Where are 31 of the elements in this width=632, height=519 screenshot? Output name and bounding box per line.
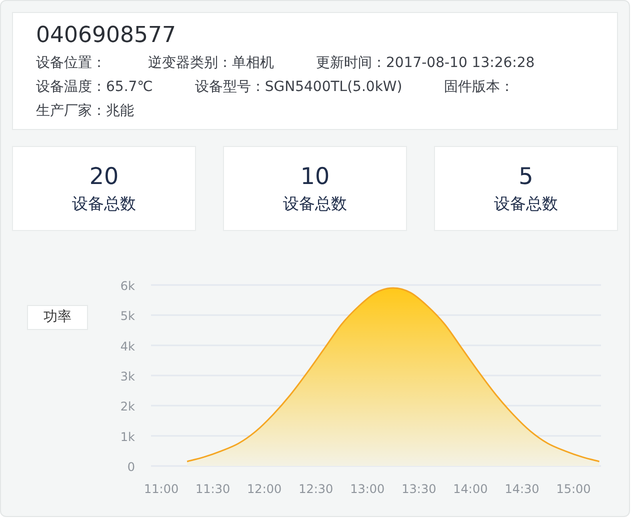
info-field: 设备位置：	[36, 51, 106, 75]
stat-label: 设备总数	[72, 192, 136, 214]
info-field: 更新时间：2017-08-10 13:26:28	[316, 51, 535, 75]
stat-label: 设备总数	[494, 192, 558, 214]
stat-value: 10	[300, 162, 330, 192]
legend-tag: 功率	[27, 305, 88, 330]
y-tick-label: 2k	[120, 400, 135, 414]
y-tick-label: 1k	[120, 430, 135, 444]
y-tick-label: 5k	[120, 309, 135, 324]
x-tick-label: 13:00	[350, 482, 385, 496]
x-tick-label: 14:30	[504, 482, 540, 496]
x-tick-label: 11:30	[196, 482, 230, 496]
info-field: 固件版本：	[444, 75, 514, 99]
stat-value: 20	[89, 162, 119, 192]
x-tick-label: 14:00	[453, 482, 488, 496]
y-tick-label: 3k	[120, 370, 135, 384]
stat-label: 设备总数	[283, 192, 347, 214]
y-tick-label: 4k	[120, 339, 135, 354]
y-tick-label: 0	[127, 460, 135, 474]
x-tick-label: 11:00	[144, 482, 179, 496]
info-field: 生产厂家：兆能	[36, 99, 134, 123]
x-tick-label: 12:00	[247, 482, 282, 496]
info-field: 设备温度：65.7℃	[36, 75, 153, 99]
info-field: 逆变器类别：单相机	[148, 51, 274, 75]
stat-value: 5	[518, 162, 534, 192]
x-tick-label: 13:30	[402, 482, 436, 496]
info-field: 设备型号：SGN5400TL(5.0kW)	[194, 75, 402, 99]
x-tick-label: 12:30	[298, 482, 334, 496]
x-tick-label: 15:00	[556, 482, 591, 496]
device-serial: 0406908577	[36, 22, 177, 50]
y-tick-label: 6k	[120, 279, 135, 293]
